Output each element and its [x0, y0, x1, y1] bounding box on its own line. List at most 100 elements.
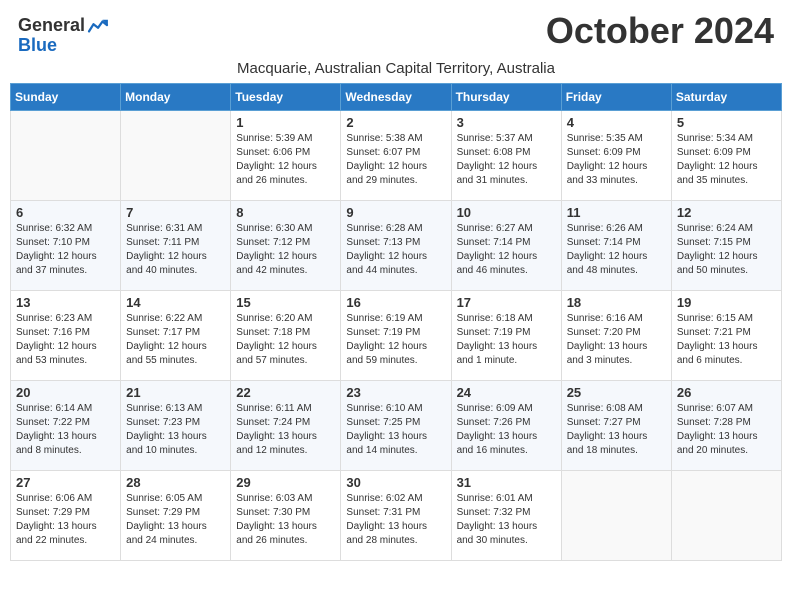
day-number: 12 [677, 205, 776, 220]
calendar-cell: 20Sunrise: 6:14 AM Sunset: 7:22 PM Dayli… [11, 380, 121, 470]
calendar-cell: 23 Sunrise: 6:10 AM Sunset: 7:25 PM Dayli… [341, 380, 451, 470]
day-number: 14 [126, 295, 225, 310]
calendar-cell: 19 Sunrise: 6:15 AM Sunset: 7:21 PM Dayli… [671, 290, 781, 380]
calendar-header-tuesday: Tuesday [231, 83, 341, 110]
day-number: 1 [236, 115, 335, 130]
day-number: 10 [457, 205, 556, 220]
day-number: 28 [126, 475, 225, 490]
day-number: 7 [126, 205, 225, 220]
logo-icon [87, 17, 109, 35]
calendar-cell: 26Sunrise: 6:07 AM Sunset: 7:28 PM Dayli… [671, 380, 781, 470]
day-number: 25 [567, 385, 666, 400]
calendar-cell: 18 Sunrise: 6:16 AM Sunset: 7:20 PM Dayli… [561, 290, 671, 380]
calendar-week-4: 20Sunrise: 6:14 AM Sunset: 7:22 PM Dayli… [11, 380, 782, 470]
day-info: Sunrise: 6:02 AM Sunset: 7:31 PM Dayligh… [346, 492, 445, 548]
calendar-cell: 2 Sunrise: 5:38 AM Sunset: 6:07 PM Daylig… [341, 110, 451, 200]
day-info: Sunrise: 6:23 AM Sunset: 7:16 PM Dayligh… [16, 312, 115, 368]
day-number: 22 [236, 385, 335, 400]
day-number: 4 [567, 115, 666, 130]
day-info: Sunrise: 6:05 AM Sunset: 7:29 PM Dayligh… [126, 492, 225, 548]
calendar-table: SundayMondayTuesdayWednesdayThursdayFrid… [10, 83, 782, 561]
calendar-cell: 25 Sunrise: 6:08 AM Sunset: 7:27 PM Dayli… [561, 380, 671, 470]
calendar-cell: 4 Sunrise: 5:35 AM Sunset: 6:09 PM Daylig… [561, 110, 671, 200]
calendar-cell: 10 Sunrise: 6:27 AM Sunset: 7:14 PM Dayli… [451, 200, 561, 290]
calendar-header-thursday: Thursday [451, 83, 561, 110]
day-info: Sunrise: 6:26 AM Sunset: 7:14 PM Dayligh… [567, 222, 666, 278]
day-info: Sunrise: 6:31 AM Sunset: 7:11 PM Dayligh… [126, 222, 225, 278]
calendar-cell: 13 Sunrise: 6:23 AM Sunset: 7:16 PM Dayli… [11, 290, 121, 380]
day-info: Sunrise: 6:03 AM Sunset: 7:30 PM Dayligh… [236, 492, 335, 548]
day-number: 8 [236, 205, 335, 220]
calendar-cell: 29 Sunrise: 6:03 AM Sunset: 7:30 PM Dayli… [231, 470, 341, 560]
day-number: 26 [677, 385, 776, 400]
calendar-cell: 6Sunrise: 6:32 AM Sunset: 7:10 PM Daylig… [11, 200, 121, 290]
day-number: 16 [346, 295, 445, 310]
day-info: Sunrise: 5:37 AM Sunset: 6:08 PM Dayligh… [457, 132, 556, 188]
calendar-cell: 31Sunrise: 6:01 AM Sunset: 7:32 PM Dayli… [451, 470, 561, 560]
calendar-cell: 12 Sunrise: 6:24 AM Sunset: 7:15 PM Dayli… [671, 200, 781, 290]
calendar-cell: 15 Sunrise: 6:20 AM Sunset: 7:18 PM Dayli… [231, 290, 341, 380]
calendar-header-row: SundayMondayTuesdayWednesdayThursdayFrid… [11, 83, 782, 110]
calendar-header-sunday: Sunday [11, 83, 121, 110]
location-subtitle: Macquarie, Australian Capital Territory,… [10, 60, 782, 77]
day-number: 21 [126, 385, 225, 400]
calendar-cell: 5 Sunrise: 5:34 AM Sunset: 6:09 PM Daylig… [671, 110, 781, 200]
calendar-cell [671, 470, 781, 560]
calendar-cell: 14 Sunrise: 6:22 AM Sunset: 7:17 PM Dayli… [121, 290, 231, 380]
day-info: Sunrise: 6:11 AM Sunset: 7:24 PM Dayligh… [236, 402, 335, 458]
day-info: Sunrise: 6:22 AM Sunset: 7:17 PM Dayligh… [126, 312, 225, 368]
calendar-cell: 9Sunrise: 6:28 AM Sunset: 7:13 PM Daylig… [341, 200, 451, 290]
calendar-header-saturday: Saturday [671, 83, 781, 110]
day-number: 31 [457, 475, 556, 490]
day-number: 3 [457, 115, 556, 130]
calendar-week-3: 13 Sunrise: 6:23 AM Sunset: 7:16 PM Dayli… [11, 290, 782, 380]
calendar-cell [121, 110, 231, 200]
calendar-header-monday: Monday [121, 83, 231, 110]
day-info: Sunrise: 5:38 AM Sunset: 6:07 PM Dayligh… [346, 132, 445, 188]
day-info: Sunrise: 6:09 AM Sunset: 7:26 PM Dayligh… [457, 402, 556, 458]
day-number: 27 [16, 475, 115, 490]
day-info: Sunrise: 6:19 AM Sunset: 7:19 PM Dayligh… [346, 312, 445, 368]
day-info: Sunrise: 6:16 AM Sunset: 7:20 PM Dayligh… [567, 312, 666, 368]
calendar-cell [561, 470, 671, 560]
day-number: 5 [677, 115, 776, 130]
day-number: 29 [236, 475, 335, 490]
calendar-header-wednesday: Wednesday [341, 83, 451, 110]
day-number: 19 [677, 295, 776, 310]
day-info: Sunrise: 6:08 AM Sunset: 7:27 PM Dayligh… [567, 402, 666, 458]
logo-general: General [18, 16, 85, 36]
calendar-week-1: 1Sunrise: 5:39 AM Sunset: 6:06 PM Daylig… [11, 110, 782, 200]
day-number: 20 [16, 385, 115, 400]
calendar-cell: 21 Sunrise: 6:13 AM Sunset: 7:23 PM Dayli… [121, 380, 231, 470]
day-number: 23 [346, 385, 445, 400]
calendar-cell: 1Sunrise: 5:39 AM Sunset: 6:06 PM Daylig… [231, 110, 341, 200]
day-info: Sunrise: 6:24 AM Sunset: 7:15 PM Dayligh… [677, 222, 776, 278]
day-number: 11 [567, 205, 666, 220]
day-number: 18 [567, 295, 666, 310]
day-info: Sunrise: 6:20 AM Sunset: 7:18 PM Dayligh… [236, 312, 335, 368]
calendar-cell: 28 Sunrise: 6:05 AM Sunset: 7:29 PM Dayli… [121, 470, 231, 560]
calendar-cell: 8Sunrise: 6:30 AM Sunset: 7:12 PM Daylig… [231, 200, 341, 290]
day-info: Sunrise: 6:13 AM Sunset: 7:23 PM Dayligh… [126, 402, 225, 458]
calendar-cell: 30 Sunrise: 6:02 AM Sunset: 7:31 PM Dayli… [341, 470, 451, 560]
logo-blue: Blue [18, 36, 109, 56]
calendar-cell: 7 Sunrise: 6:31 AM Sunset: 7:11 PM Daylig… [121, 200, 231, 290]
calendar-week-5: 27Sunrise: 6:06 AM Sunset: 7:29 PM Dayli… [11, 470, 782, 560]
calendar-cell: 22 Sunrise: 6:11 AM Sunset: 7:24 PM Dayli… [231, 380, 341, 470]
day-number: 2 [346, 115, 445, 130]
day-number: 30 [346, 475, 445, 490]
day-info: Sunrise: 6:10 AM Sunset: 7:25 PM Dayligh… [346, 402, 445, 458]
day-info: Sunrise: 5:34 AM Sunset: 6:09 PM Dayligh… [677, 132, 776, 188]
day-number: 15 [236, 295, 335, 310]
day-number: 17 [457, 295, 556, 310]
calendar-header-friday: Friday [561, 83, 671, 110]
day-info: Sunrise: 6:15 AM Sunset: 7:21 PM Dayligh… [677, 312, 776, 368]
day-number: 13 [16, 295, 115, 310]
calendar-cell: 3 Sunrise: 5:37 AM Sunset: 6:08 PM Daylig… [451, 110, 561, 200]
calendar-cell: 16 Sunrise: 6:19 AM Sunset: 7:19 PM Dayli… [341, 290, 451, 380]
day-info: Sunrise: 5:35 AM Sunset: 6:09 PM Dayligh… [567, 132, 666, 188]
day-info: Sunrise: 6:28 AM Sunset: 7:13 PM Dayligh… [346, 222, 445, 278]
day-info: Sunrise: 6:27 AM Sunset: 7:14 PM Dayligh… [457, 222, 556, 278]
calendar-cell: 17Sunrise: 6:18 AM Sunset: 7:19 PM Dayli… [451, 290, 561, 380]
day-number: 6 [16, 205, 115, 220]
